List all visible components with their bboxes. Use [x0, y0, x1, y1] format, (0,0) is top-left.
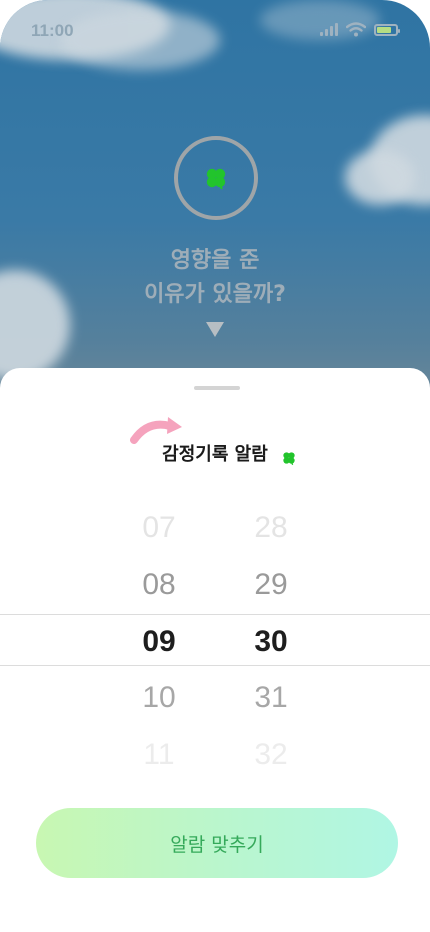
minute-option[interactable]: 29	[231, 565, 311, 605]
clover-icon	[206, 168, 226, 190]
alarm-screen: 11:00 영향을 준 이유가 있을까? 감정기록 알람 07 08 09 10…	[0, 0, 430, 932]
prompt-text: 영향을 준 이유가 있을까?	[0, 244, 430, 312]
status-icons	[320, 22, 400, 37]
emotion-ring	[174, 136, 258, 220]
sheet-handle[interactable]	[194, 386, 240, 390]
alarm-bottom-sheet: 감정기록 알람 07 08 09 10 11 28 29 30 31 32 알람…	[0, 368, 430, 932]
down-arrow-icon	[206, 322, 224, 337]
minute-option[interactable]: 28	[231, 508, 311, 548]
hour-option[interactable]: 10	[119, 678, 199, 718]
minute-option[interactable]: 31	[231, 678, 311, 718]
clover-icon	[283, 452, 295, 466]
hour-option[interactable]: 08	[119, 565, 199, 605]
set-alarm-button-label: 알람 맞추기	[170, 833, 264, 856]
battery-icon	[374, 23, 400, 36]
minute-option[interactable]: 32	[231, 735, 311, 775]
time-picker[interactable]: 07 08 09 10 11 28 29 30 31 32	[0, 508, 430, 771]
hour-option[interactable]: 11	[119, 735, 199, 775]
sky-background: 11:00 영향을 준 이유가 있을까?	[0, 0, 430, 400]
sheet-title: 감정기록 알람	[162, 444, 268, 465]
hour-option-selected[interactable]: 09	[119, 622, 199, 662]
hour-option[interactable]: 07	[119, 508, 199, 548]
signal-icon	[320, 23, 338, 36]
picker-selection-band	[0, 614, 430, 666]
cloud	[345, 150, 415, 205]
prompt-line-1: 영향을 준	[170, 248, 260, 273]
wifi-icon	[346, 22, 366, 37]
set-alarm-button[interactable]: 알람 맞추기	[36, 808, 398, 878]
status-bar: 11:00	[0, 0, 430, 60]
minute-option-selected[interactable]: 30	[231, 622, 311, 662]
status-time: 11:00	[31, 21, 74, 40]
prompt-line-2: 이유가 있을까?	[144, 282, 286, 307]
